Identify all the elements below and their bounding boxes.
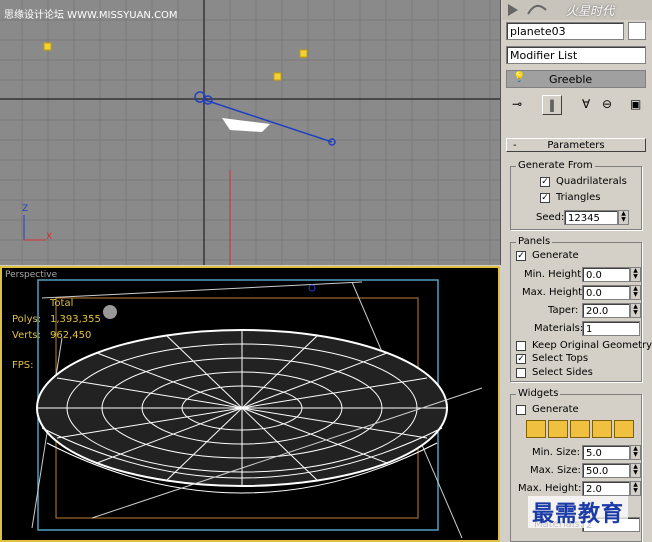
axis-tripod (23, 215, 46, 241)
seed-spinner[interactable]: ▲ ▼ (618, 210, 629, 225)
quadrilaterals-label: Quadrilaterals (556, 176, 627, 187)
command-panel: 火星时代 planete03 Modifier List 💡 Greeble ⊸… (502, 0, 652, 542)
verts-value: 962,450 (50, 330, 92, 341)
panels-materials-label: Materials: (534, 323, 584, 334)
quadrilaterals-checkbox[interactable]: ✓ (540, 177, 550, 187)
stats-header: Total (50, 298, 74, 309)
pin-stack-icon[interactable]: ⊸ (512, 97, 522, 111)
seed-label: Seed: (536, 212, 565, 223)
widget-type-buttons (526, 420, 636, 440)
viewport-label[interactable]: Perspective (5, 270, 57, 280)
stack-toolbar: ⊸ ‖ ∀ ⊖ ▣ (506, 94, 646, 116)
object-name-field[interactable]: planete03 (506, 22, 624, 40)
watermark-text: 思缘设计论坛 WWW.MISSYUAN.COM (4, 10, 178, 21)
top-viewport[interactable]: 思缘设计论坛 WWW.MISSYUAN.COM Z X (0, 0, 501, 265)
show-end-result-icon[interactable]: ‖ (542, 95, 562, 115)
triangles-label: Triangles (556, 192, 601, 203)
modifier-list-dropdown[interactable]: Modifier List (506, 46, 646, 64)
polys-label: Polys: (12, 314, 42, 325)
widgets-max-size-spinner[interactable]: ▲ ▼ (630, 463, 641, 478)
verts-label: Verts: (12, 330, 41, 341)
widgets-min-size-input[interactable]: 5.0 (582, 445, 630, 460)
select-sides-checkbox[interactable] (516, 368, 526, 378)
widgets-max-height-label: Max. Height: (518, 483, 582, 494)
make-unique-icon[interactable]: ∀ (582, 97, 590, 111)
widget-type-5-button[interactable] (614, 420, 634, 438)
keep-original-checkbox[interactable] (516, 341, 526, 351)
rollout-title: Parameters (547, 140, 605, 151)
panels-title: Panels (516, 236, 553, 247)
axis-x-label: X (46, 232, 53, 242)
rollout-collapse-icon: - (513, 140, 517, 151)
panels-materials-input[interactable]: 1 (582, 321, 640, 336)
widgets-title: Widgets (516, 388, 561, 399)
panels-max-height-input[interactable]: 0.0 (582, 285, 630, 300)
panels-max-height-label: Max. Height: (522, 287, 586, 298)
generate-from-title: Generate From (516, 160, 595, 171)
widgets-min-size-spinner[interactable]: ▲ ▼ (630, 445, 641, 460)
panels-taper-input[interactable]: 20.0 (582, 303, 630, 318)
widgets-max-height-input[interactable]: 2.0 (582, 481, 630, 496)
panels-generate-checkbox[interactable]: ✓ (516, 251, 526, 261)
widgets-min-size-label: Min. Size: (532, 447, 580, 458)
widgets-max-size-label: Max. Size: (530, 465, 581, 476)
object-color-swatch[interactable] (628, 22, 646, 40)
widgets-max-height-spinner[interactable]: ▲ ▼ (630, 481, 641, 496)
modifier-stack-item[interactable]: 💡 Greeble (506, 70, 646, 88)
lightbulb-icon[interactable]: 💡 (513, 72, 525, 83)
widgets-max-size-input[interactable]: 50.0 (582, 463, 630, 478)
logo-text: 火星时代 (566, 4, 615, 18)
panels-min-height-input[interactable]: 0.0 (582, 267, 630, 282)
widget-type-4-button[interactable] (592, 420, 612, 438)
fps-label: FPS: (12, 360, 34, 371)
panels-min-height-spinner[interactable]: ▲ ▼ (630, 267, 641, 282)
panels-taper-label: Taper: (548, 305, 579, 316)
axis-z-label: Z (22, 204, 29, 214)
watermark-stamp: 最需教育 (528, 496, 629, 528)
modifier-list-label: Modifier List (510, 49, 578, 62)
keep-original-label: Keep Original Geometry (532, 340, 652, 351)
select-tops-label: Select Tops (532, 353, 589, 364)
panels-min-height-label: Min. Height: (524, 269, 585, 280)
widget-type-3-button[interactable] (570, 420, 590, 438)
light-markers (43, 42, 308, 81)
panels-taper-spinner[interactable]: ▲ ▼ (630, 303, 641, 318)
triangles-checkbox[interactable]: ✓ (540, 193, 550, 203)
widgets-generate-checkbox[interactable] (516, 405, 526, 415)
polys-value: 1,393,355 (50, 314, 101, 325)
perspective-viewport[interactable]: Perspective Total Polys: 1,393,355 Verts… (0, 266, 500, 542)
remove-modifier-icon[interactable]: ⊖ (602, 97, 612, 111)
camera-object (194, 91, 336, 146)
widget-type-2-button[interactable] (548, 420, 568, 438)
modifier-item-label: Greeble (549, 73, 593, 86)
panels-max-height-spinner[interactable]: ▲ ▼ (630, 285, 641, 300)
widgets-generate-label: Generate (532, 404, 579, 415)
seed-input[interactable]: 12345 (564, 210, 618, 225)
select-tops-checkbox[interactable]: ✓ (516, 354, 526, 364)
wireframe-render (31, 279, 483, 539)
top-viewport-grid (0, 0, 500, 265)
panels-generate-label: Generate (532, 250, 579, 261)
parameters-rollout-header[interactable]: - Parameters (506, 138, 646, 152)
widget-type-1-button[interactable] (526, 420, 546, 438)
configure-sets-icon[interactable]: ▣ (630, 97, 641, 111)
select-sides-label: Select Sides (532, 367, 593, 378)
